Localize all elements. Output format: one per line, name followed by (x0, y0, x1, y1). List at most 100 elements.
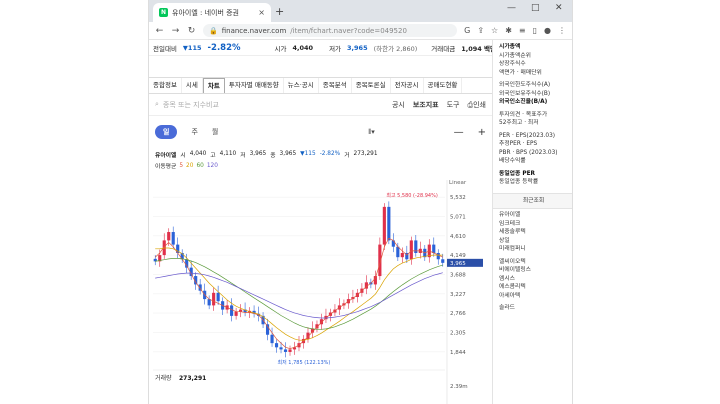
share-icon[interactable]: ⇪ (477, 26, 484, 35)
tab-investor[interactable]: 투자자별 매매동향 (225, 78, 284, 93)
disclosure-button[interactable]: 공시 (392, 100, 405, 110)
compare-search[interactable]: ⌕ 종목 또는 지수비교 (155, 100, 384, 110)
url-domain: finance.naver.com (221, 26, 287, 35)
sidebar-info-item: 시가총액순위 (499, 52, 531, 59)
url-field[interactable]: 🔒 finance.naver.com/item/fchart.naver?co… (203, 24, 458, 37)
tab-e-disclosure[interactable]: 전자공시 (391, 78, 424, 93)
right-margin (573, 0, 720, 404)
candle-body (234, 311, 238, 316)
ohlc-legend: 유아이엘 시 4,040 고 4,110 저 3,965 종 3,965 ▼115 -2… (149, 148, 492, 160)
ohlc-change-pct: -2.82% (319, 151, 341, 157)
y-tick-label: 5,071 (450, 214, 466, 220)
candle-body (279, 347, 283, 350)
tab-chart[interactable]: 차트 (202, 78, 225, 93)
ohlc-close-label: 종 (270, 152, 276, 159)
candle-body (274, 343, 279, 348)
recent-stock-link[interactable]: 에스콤리텍 (499, 283, 568, 292)
print-label: 인쇄 (473, 100, 486, 109)
browser-tab[interactable]: N 유아이엘 : 네이버 증권 × (153, 3, 271, 22)
window-close-icon[interactable]: ✕ (555, 3, 563, 13)
max-price-label: 최고 5,580 (-28.94%) (386, 192, 438, 199)
sidebar-info-item: 시가총액 (499, 44, 521, 50)
chart-toolbar: ⌕ 종목 또는 지수비교 공시 보조지표 도구 ⎙인쇄 (149, 94, 492, 116)
ohlc-low: 3,965 (249, 151, 267, 157)
back-icon[interactable]: ← (155, 26, 164, 36)
tools-button[interactable]: 도구 (447, 100, 460, 110)
tab-price[interactable]: 시세 (182, 78, 203, 93)
sidepanel-icon[interactable]: ▯ (533, 26, 537, 35)
ohlc-open: 4,040 (189, 151, 207, 157)
volume-label: 거래량 (155, 374, 172, 382)
forward-icon[interactable]: → (171, 26, 180, 36)
last-price-label: 3,965 (450, 261, 466, 267)
period-month-button[interactable]: 월 (212, 127, 218, 137)
ma-60: 60 (196, 162, 204, 169)
sidebar-info-item: 동일업종 등락률 (499, 179, 539, 185)
recent-stock-link[interactable]: 엘씨이오텍 (499, 258, 568, 267)
recent-stock-link[interactable]: 아세아텍 (499, 292, 568, 301)
tab-analysis[interactable]: 종목분석 (319, 78, 352, 93)
tab-discussion[interactable]: 종목토론실 (352, 78, 391, 93)
recent-stock-link[interactable]: 엠시스 (499, 275, 568, 284)
reload-icon[interactable]: ↻ (187, 26, 196, 36)
extensions-icon[interactable]: ✱ (505, 26, 512, 35)
ohlc-high-label: 고 (210, 152, 216, 159)
prev-change-label: 전일대비 (153, 44, 177, 53)
indicator-button[interactable]: 보조지표 (413, 100, 439, 110)
recent-viewed-title: 최근조회 (493, 192, 572, 209)
ohlc-change: ▼115 (300, 151, 316, 157)
y-tick-label: 2,305 (450, 330, 466, 336)
sidebar-info-item: PBR · BPS (2023.03) (499, 149, 558, 156)
tab-overview[interactable]: 종합정보 (149, 78, 182, 93)
lock-icon: 🔒 (209, 26, 218, 35)
recent-stock-link[interactable]: 비에이텔링스 (499, 266, 568, 275)
menu-kebab-icon[interactable]: ⋮ (558, 26, 566, 35)
candle-type-icon[interactable]: ⫴▾ (368, 128, 374, 137)
recent-stock-link[interactable]: 상일 (499, 237, 568, 246)
profile-avatar-icon[interactable]: ● (544, 26, 551, 35)
zoom-out-button[interactable]: — (454, 127, 464, 138)
ma-legend: 이동평균 5 20 60 120 (149, 160, 492, 171)
left-margin (0, 0, 148, 404)
candle-body (167, 232, 171, 241)
volume-value: 273,291 (179, 375, 206, 382)
candlestick-chart[interactable]: Linear 5,532 5,071 4,610 4,149 3,688 3,227 2,76… (149, 180, 492, 404)
print-button[interactable]: ⎙인쇄 (468, 100, 487, 110)
recent-stock-link[interactable]: 임크테크 (499, 220, 568, 229)
recent-stock-link[interactable]: 미래컴퍼니 (499, 245, 568, 254)
scale-label: Linear (449, 180, 467, 186)
ma20-line (155, 247, 443, 341)
sidebar-info-item: 52주최고 · 최저 (499, 120, 539, 126)
period-week-button[interactable]: 주 (191, 127, 197, 137)
period-day-button[interactable]: 일 (155, 125, 178, 139)
ohlc-high: 4,110 (219, 151, 237, 157)
new-tab-button[interactable]: + (275, 5, 284, 18)
sidebar-info-item: 액면가 · 매매단위 (499, 69, 542, 76)
main-content: 종합정보 시세 차트 투자자별 매매동향 뉴스·공시 종목분석 종목토론실 전자… (149, 56, 492, 404)
tab-short-selling[interactable]: 공매도현황 (424, 78, 463, 93)
ohlc-open-label: 시 (180, 152, 186, 159)
prev-change-value: ▼115 (182, 43, 202, 52)
prev-change-pct: -2.82% (207, 42, 241, 53)
minimize-icon[interactable]: — (507, 3, 516, 13)
low-label: 저가 (329, 44, 342, 53)
low-value: 3,965 (347, 43, 368, 52)
candle-body (396, 246, 400, 258)
zoom-in-button[interactable]: + (478, 127, 486, 138)
maximize-icon[interactable]: □ (531, 3, 540, 13)
recent-stock-link[interactable]: 유아이엘 (499, 211, 568, 220)
browser-window: N 유아이엘 : 네이버 증권 × + — □ ✕ ← → ↻ 🔒 financ… (148, 0, 573, 404)
candle-body (207, 299, 211, 306)
recent-stock-link[interactable]: 세중솔루텍 (499, 228, 568, 237)
sidebar-info-item: 동일업종 PER (499, 170, 536, 177)
google-icon[interactable]: G (464, 26, 470, 35)
tab-close-icon[interactable]: × (258, 8, 265, 17)
candle-body (171, 232, 175, 245)
candle-body (387, 206, 391, 241)
tab-news[interactable]: 뉴스·공시 (284, 78, 319, 93)
open-value: 4,040 (292, 43, 314, 52)
reading-list-icon[interactable]: ≡ (519, 26, 526, 35)
recent-stock-link[interactable]: 솔라드 (499, 304, 568, 313)
bookmark-star-icon[interactable]: ☆ (491, 26, 498, 35)
ma-120: 120 (206, 162, 218, 169)
